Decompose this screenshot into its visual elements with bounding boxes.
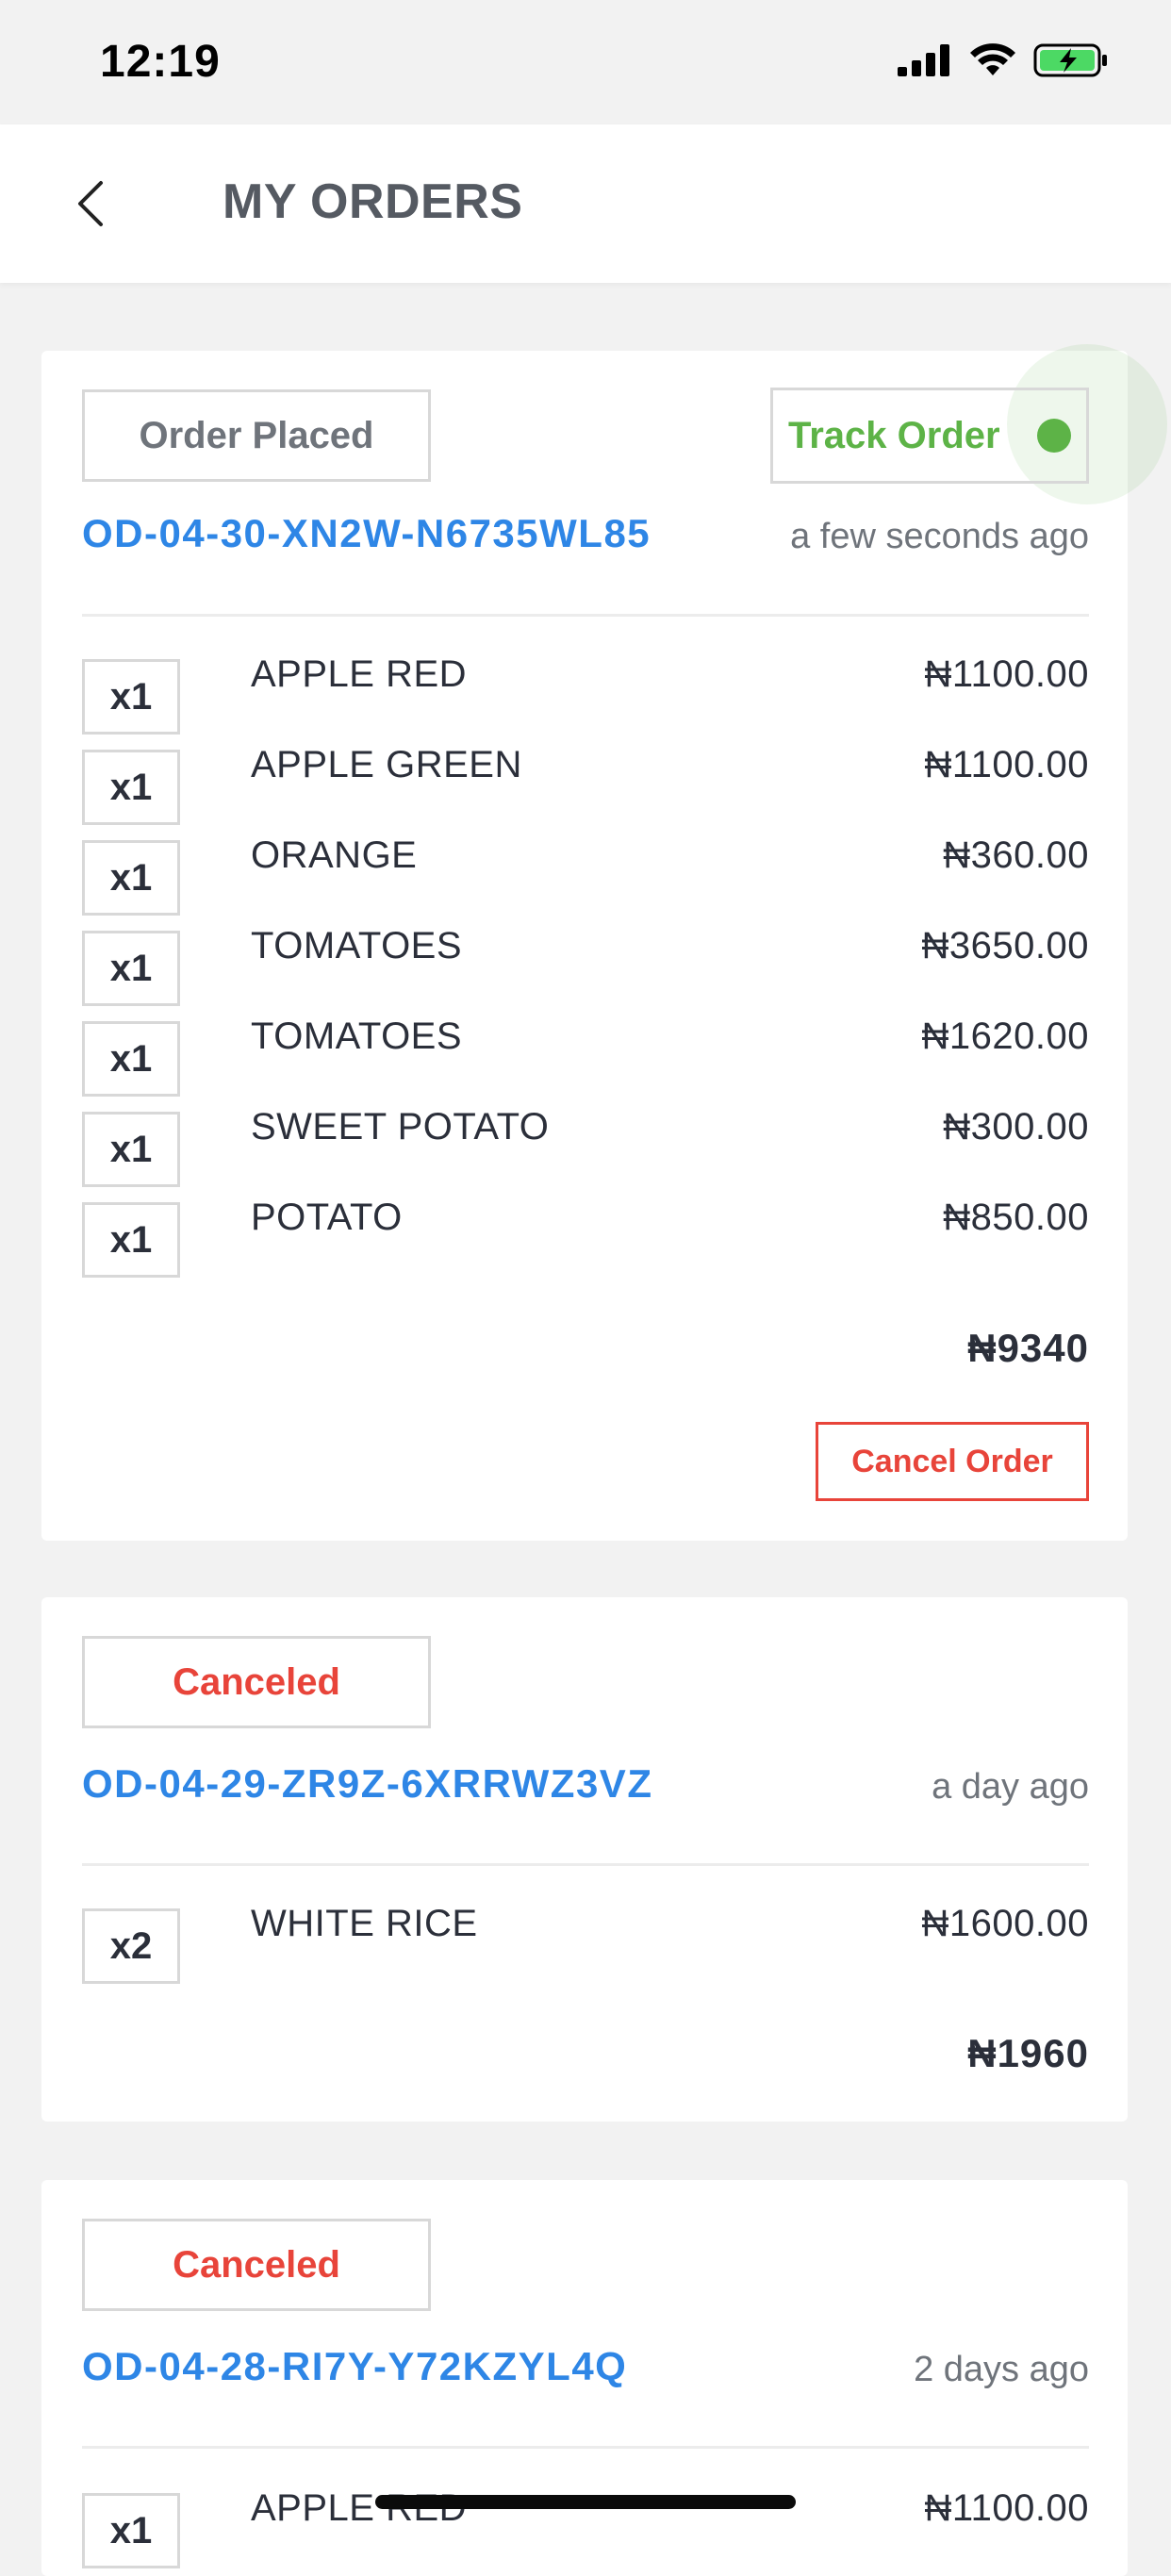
- home-indicator: [375, 2495, 796, 2509]
- status-badge: Canceled: [82, 2219, 431, 2311]
- status-badge: Canceled: [82, 1636, 431, 1728]
- battery-charging-icon: [1033, 43, 1107, 77]
- item-name: POTATO: [251, 1197, 403, 1238]
- order-time: a few seconds ago: [790, 517, 1089, 556]
- track-order-label: Track Order: [788, 414, 1000, 456]
- status-bar: 12:19: [0, 0, 1171, 124]
- item-name: APPLE GREEN: [251, 744, 522, 785]
- item-price: ₦360.00: [943, 834, 1089, 876]
- order-item: x2 WHITE RICE ₦1600.00: [82, 1903, 1089, 1984]
- order-time: a day ago: [932, 1767, 1089, 1807]
- order-card: Canceled OD-04-29-ZR9Z-6XRRWZ3VZ a day a…: [41, 1597, 1128, 2122]
- cellular-signal-icon: [898, 44, 949, 76]
- item-price: ₦1600.00: [921, 1903, 1089, 1944]
- item-price: ₦850.00: [943, 1197, 1089, 1238]
- order-id: OD-04-29-ZR9Z-6XRRWZ3VZ: [82, 1761, 653, 1806]
- divider: [82, 1863, 1089, 1866]
- order-time: 2 days ago: [914, 2350, 1089, 2389]
- item-price: ₦3650.00: [921, 925, 1089, 966]
- order-item: x1 SWEET POTATO ₦300.00: [82, 1106, 1089, 1187]
- order-item: x1 POTATO ₦850.00: [82, 1197, 1089, 1278]
- order-card: Canceled OD-04-28-RI7Y-Y72KZYL4Q 2 days …: [41, 2180, 1128, 2576]
- header: MY ORDERS: [0, 124, 1171, 283]
- item-name: TOMATOES: [251, 925, 463, 966]
- divider: [82, 614, 1089, 617]
- divider: [82, 2446, 1089, 2449]
- item-quantity: x1: [82, 840, 180, 916]
- item-name: ORANGE: [251, 834, 418, 876]
- item-price: ₦300.00: [943, 1106, 1089, 1148]
- item-quantity: x1: [82, 659, 180, 735]
- item-quantity: x1: [82, 2493, 180, 2568]
- item-price: ₦1100.00: [924, 744, 1089, 785]
- status-badge: Order Placed: [82, 389, 431, 482]
- item-name: TOMATOES: [251, 1016, 463, 1057]
- item-name: SWEET POTATO: [251, 1106, 550, 1148]
- page-title: MY ORDERS: [223, 174, 523, 229]
- order-item: x1 ORANGE ₦360.00: [82, 834, 1089, 916]
- status-icons: [898, 41, 1109, 79]
- order-total: ₦1960: [967, 2031, 1089, 2075]
- order-item: x1 TOMATOES ₦1620.00: [82, 1016, 1089, 1097]
- item-quantity: x1: [82, 931, 180, 1006]
- item-quantity: x2: [82, 1908, 180, 1984]
- item-quantity: x1: [82, 750, 180, 825]
- status-time: 12:19: [100, 37, 221, 87]
- item-price: ₦1620.00: [921, 1016, 1089, 1057]
- track-status-dot-icon: [1037, 419, 1071, 453]
- order-item: x1 APPLE RED ₦1100.00: [82, 653, 1089, 735]
- wifi-icon: [970, 43, 1015, 75]
- order-item: x1 TOMATOES ₦3650.00: [82, 925, 1089, 1006]
- order-id: OD-04-28-RI7Y-Y72KZYL4Q: [82, 2344, 628, 2388]
- item-price: ₦1100.00: [924, 2487, 1089, 2529]
- cancel-order-button[interactable]: Cancel Order: [816, 1422, 1089, 1501]
- order-item: x1 APPLE GREEN ₦1100.00: [82, 744, 1089, 825]
- back-button[interactable]: [62, 170, 119, 238]
- order-total: ₦9340: [967, 1326, 1089, 1370]
- order-id: OD-04-30-XN2W-N6735WL85: [82, 511, 651, 555]
- item-price: ₦1100.00: [924, 653, 1089, 695]
- item-name: WHITE RICE: [251, 1903, 478, 1944]
- item-quantity: x1: [82, 1112, 180, 1187]
- track-order-button[interactable]: Track Order: [770, 388, 1089, 484]
- item-quantity: x1: [82, 1202, 180, 1278]
- order-card: Order Placed Track Order OD-04-30-XN2W-N…: [41, 344, 1167, 1541]
- chevron-left-icon: [78, 181, 103, 226]
- item-name: APPLE RED: [251, 653, 468, 695]
- item-quantity: x1: [82, 1021, 180, 1097]
